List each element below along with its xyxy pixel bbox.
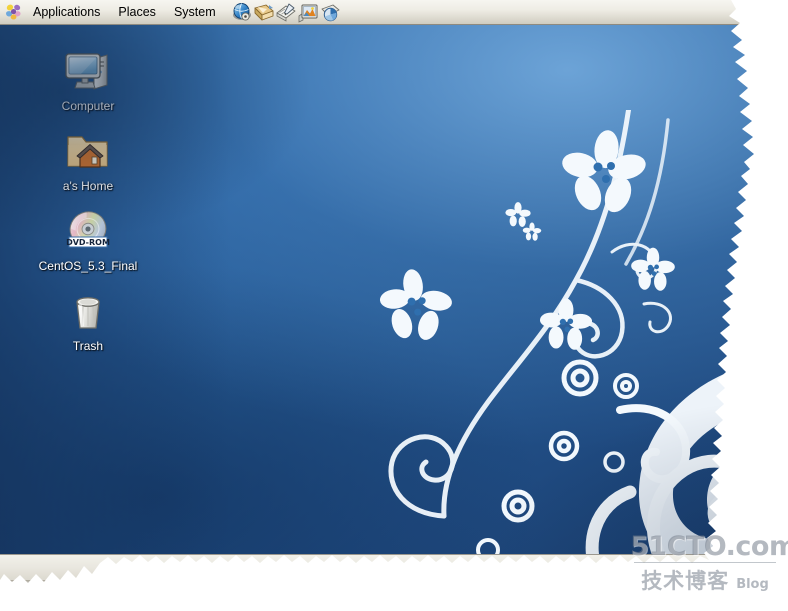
watermark-divider <box>634 562 776 563</box>
torn-paper-frame: Computer a's Home DVD-ROM CentOS_5.3_Fin… <box>0 0 788 611</box>
computer-monitor-icon <box>36 46 140 94</box>
desktop-icon-home[interactable]: a's Home <box>36 126 140 193</box>
desktop-icon-dvdrom[interactable]: DVD-ROM CentOS_5.3_Final <box>36 206 140 273</box>
desktop-icon-label: a's Home <box>62 179 114 193</box>
bottom-panel[interactable] <box>0 554 788 580</box>
watermark-chinese: 技术博客 <box>641 569 730 593</box>
panel-launchers <box>231 2 341 23</box>
desktop-icon-label: Computer <box>61 99 115 113</box>
screenshot-root: Computer a's Home DVD-ROM CentOS_5.3_Fin… <box>0 0 788 611</box>
watermark-subtitle: 技术博客 Blog <box>630 565 780 595</box>
gnome-foot-icon[interactable] <box>5 3 23 21</box>
trash-bin-icon <box>36 286 140 334</box>
home-folder-icon <box>36 126 140 174</box>
desktop-area[interactable]: Computer a's Home DVD-ROM CentOS_5.3_Fin… <box>0 25 788 580</box>
top-panel: Applications Places System 12:1 <box>0 0 788 25</box>
wallpaper-floral-decoration <box>368 110 788 580</box>
clock-applet[interactable]: 12:1 <box>759 5 788 19</box>
system-menu[interactable]: System <box>166 2 224 23</box>
impress-launcher[interactable] <box>297 2 319 23</box>
desktop-icon-computer[interactable]: Computer <box>36 46 140 113</box>
desktop-icon-label: CentOS_5.3_Final <box>38 259 138 273</box>
drag-handle-icon[interactable] <box>749 4 756 21</box>
calc-launcher[interactable] <box>319 2 341 23</box>
writer-launcher[interactable] <box>275 2 297 23</box>
email-launcher[interactable] <box>253 2 275 23</box>
dvd-rom-disc-icon: DVD-ROM <box>36 206 140 254</box>
places-menu[interactable]: Places <box>110 2 164 23</box>
watermark-blog: Blog <box>736 577 769 592</box>
svg-text:DVD-ROM: DVD-ROM <box>66 238 110 247</box>
web-browser-launcher[interactable] <box>231 2 253 23</box>
applications-menu[interactable]: Applications <box>25 2 108 23</box>
desktop-icon-label: Trash <box>72 339 104 353</box>
desktop-icon-trash[interactable]: Trash <box>36 286 140 353</box>
